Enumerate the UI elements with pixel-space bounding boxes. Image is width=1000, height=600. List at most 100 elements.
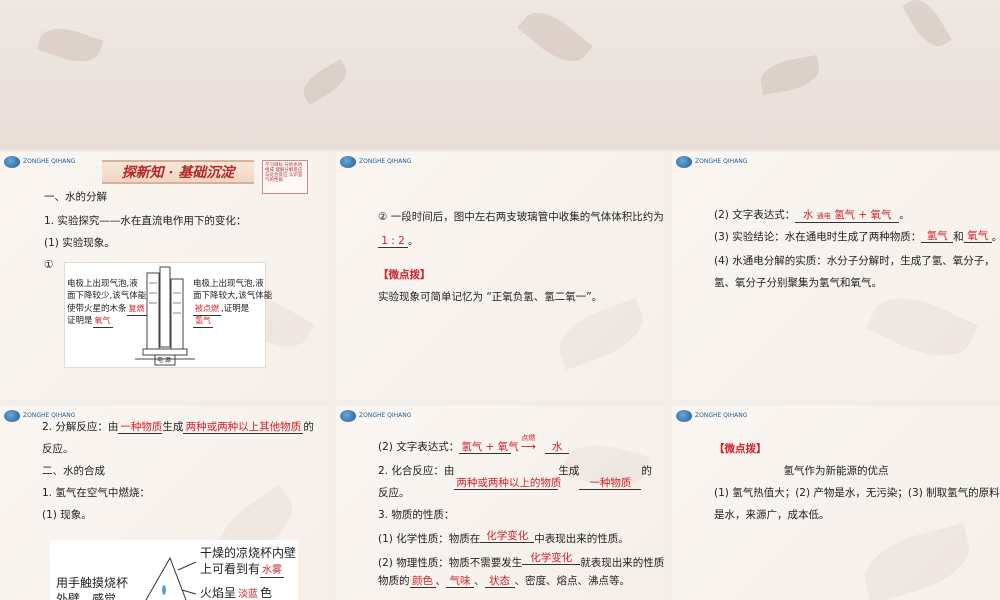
- answer-blank: 水: [545, 441, 570, 454]
- reaction-arrow: 点燃 ⟶: [511, 434, 545, 454]
- answer-blank: 颜色: [409, 575, 436, 588]
- answer-blank: 化学变化: [522, 552, 581, 565]
- figure-label: 电极上出现气泡,液: [67, 279, 138, 289]
- text-fragment: 物质的: [378, 575, 410, 587]
- publisher-logo: ZONGHE QIHANG: [4, 156, 75, 168]
- logo-text: ZONGHE QIHANG: [695, 158, 748, 165]
- figure-label-text: 色: [260, 586, 273, 600]
- text-fragment: (2) 物理性质：物质不需要发生: [378, 557, 523, 569]
- text-line: ② 一段时间后，图中左右两支玻璃管中收集的气体体积比约为: [378, 211, 664, 223]
- text-line: 氢、氧分子分别聚集为氢气和氧气。: [714, 277, 882, 289]
- slide-thumbnail-2[interactable]: ZONGHE QIHANG ② 一段时间后，图中左右两支玻璃管中收集的气体体积比…: [336, 152, 664, 400]
- text-line: (1) 化学性质：物质在 化学变化 中表现出来的性质。: [378, 530, 629, 546]
- text-fragment: 生成: [162, 421, 184, 433]
- answer-blank: 淡蓝: [238, 589, 259, 600]
- hydrogen-combustion-figure: 干燥的凉烧杯内壁 上可看到有 水雾 用手触摸烧杯 外壁，感觉 火焰呈 淡蓝色: [50, 540, 298, 600]
- text-fragment: 和: [953, 231, 964, 243]
- heading: 一、水的分解: [44, 191, 107, 203]
- slide-thumbnail-6[interactable]: ZONGHE QIHANG 【微点拨】 氢气作为新能源的优点 (1) 氢气热值大…: [672, 406, 1000, 600]
- text-fragment: 中表现出来的性质。: [534, 533, 629, 545]
- leaf-decoration: [517, 1, 593, 73]
- logo-text: ZONGHE QIHANG: [23, 412, 76, 419]
- globe-icon: [340, 156, 356, 168]
- figure-label: 外壁，感觉: [56, 592, 117, 600]
- logo-text: ZONGHE QIHANG: [359, 412, 412, 419]
- text-line: 2. 化合反应：由两种或两种以上的物质生成一种物质的: [378, 464, 652, 490]
- slide-thumbnail-3[interactable]: ZONGHE QIHANG (2) 文字表达式：水 通电 氢气 + 氧气。 (3…: [672, 152, 1000, 400]
- text-fragment: 、密度、熔点、沸点等。: [514, 575, 631, 587]
- text-line: (1) 实验现象。: [44, 237, 115, 249]
- slide-thumbnail-4[interactable]: ZONGHE QIHANG 2. 分解反应：由 一种物质生成 两种或两种以上其他物质…: [0, 406, 328, 600]
- figure-label: 证明是 氧气: [67, 315, 113, 328]
- text-line: (3) 实验结论：水在通电时生成了两种物质：氢气和氧气。: [714, 230, 1000, 244]
- text-line: (4) 水通电分解的实质：水分子分解时，生成了氢、氧分子，: [714, 255, 995, 267]
- text-line: 2. 分解反应：由 一种物质生成 两种或两种以上其他物质的: [42, 420, 314, 434]
- tip-heading: 【微点拨】: [714, 443, 767, 455]
- answer-text: 水: [802, 209, 814, 221]
- answer-blank: 氢气: [921, 230, 954, 243]
- figure-label: 面下降较少,该气体能: [67, 291, 147, 301]
- figure-label: 电极上出现气泡,液: [193, 279, 264, 289]
- slide-thumbnail-1[interactable]: ZONGHE QIHANG 探新知 · 基础沉淀 学习目标 分析水的组成 理解分…: [0, 152, 328, 400]
- answer-blank: 化学变化: [480, 530, 535, 543]
- text-line: 反应。: [378, 487, 410, 499]
- globe-icon: [4, 410, 20, 422]
- text-line: (2) 文字表达式：水 通电 氢气 + 氧气。: [714, 208, 910, 223]
- tip-title: 氢气作为新能源的优点: [783, 465, 889, 477]
- answer-blank: 一种物质: [118, 421, 163, 434]
- leaf-decoration: [856, 522, 978, 600]
- figure-label-text: 火焰呈: [200, 586, 237, 600]
- text-fragment: 2. 分解反应：由: [42, 421, 119, 433]
- globe-icon: [340, 410, 356, 422]
- text-fragment: 的: [303, 421, 314, 433]
- publisher-logo: ZONGHE QIHANG: [676, 156, 747, 168]
- answer-blank: 氧气: [963, 230, 992, 243]
- text-line: (2) 文字表达式： 氢气 + 氧气 点燃 ⟶ 水: [378, 434, 570, 454]
- answer-blank: 水 通电 氢气 + 氧气: [795, 209, 900, 223]
- figure-label: 上可看到有 水雾: [200, 562, 285, 578]
- text-line: 反应。: [42, 443, 74, 455]
- heading: 二、水的合成: [42, 465, 105, 477]
- globe-icon: [676, 156, 692, 168]
- answer-blank: 氢气: [193, 315, 213, 328]
- banner-text: 探新知 · 基础沉淀: [121, 165, 235, 181]
- logo-text: ZONGHE QIHANG: [695, 412, 748, 419]
- text-fragment: (1) 化学性质：物质在: [378, 533, 481, 545]
- answer-blank: 一种物质: [579, 477, 642, 490]
- answer-blank: 水雾: [260, 565, 285, 578]
- answer-blank: 两种或两种以上其他物质: [183, 421, 304, 434]
- figure-label-text: ,证明是: [221, 304, 250, 314]
- answer-blank: 两种或两种以上的物质: [454, 477, 562, 490]
- globe-icon: [4, 156, 20, 168]
- text-fragment: 。: [899, 209, 910, 221]
- figure-label: 电 源: [157, 357, 171, 364]
- text-fragment: 。: [408, 235, 419, 247]
- figure-label-text: 使带火星的木条: [67, 304, 127, 314]
- text-line: 1. 氢气在空气中燃烧：: [42, 487, 150, 499]
- reaction-condition: 点燃: [521, 434, 536, 442]
- answer-blank: 1 : 2: [378, 235, 408, 248]
- text-fragment: (2) 文字表达式：: [714, 209, 796, 221]
- leaf-decoration: [866, 283, 978, 371]
- figure-label-text: 上可看到有: [200, 562, 261, 576]
- leaf-decoration: [551, 297, 651, 371]
- answer-blank: 复燃: [126, 303, 147, 316]
- text-fragment: 2. 化合反应：由: [378, 465, 455, 477]
- publisher-logo: ZONGHE QIHANG: [676, 410, 747, 422]
- publisher-logo: ZONGHE QIHANG: [340, 156, 411, 168]
- text-fragment: 生成: [558, 465, 580, 477]
- section-banner: 探新知 · 基础沉淀: [102, 160, 254, 184]
- slide-thumbnail-5[interactable]: ZONGHE QIHANG (2) 文字表达式： 氢气 + 氧气 点燃 ⟶ 水 2. 化…: [336, 406, 664, 600]
- text-fragment: 就表现出来的性质，如: [580, 557, 664, 569]
- leaf-decoration: [902, 0, 952, 53]
- text-line: (1) 氢气热值大；(2) 产物是水，无污染；(3) 制取氢气的原料: [714, 487, 1000, 499]
- answer-blank: 氧气: [92, 315, 113, 328]
- answer-blank: 状态: [484, 575, 515, 588]
- publisher-logo: ZONGHE QIHANG: [340, 410, 411, 422]
- figure-label: 用手触摸烧杯: [56, 576, 129, 590]
- logo-text: ZONGHE QIHANG: [359, 158, 412, 165]
- text-line: (1) 现象。: [42, 509, 92, 521]
- objective-note: 学习目标 分析水的组成 理解分解反应与化合反应 认识氢气的性质: [262, 160, 308, 194]
- figure-label: 干燥的凉烧杯内壁: [200, 546, 297, 560]
- text-fragment: (3) 实验结论：水在通电时生成了两种物质：: [714, 231, 922, 243]
